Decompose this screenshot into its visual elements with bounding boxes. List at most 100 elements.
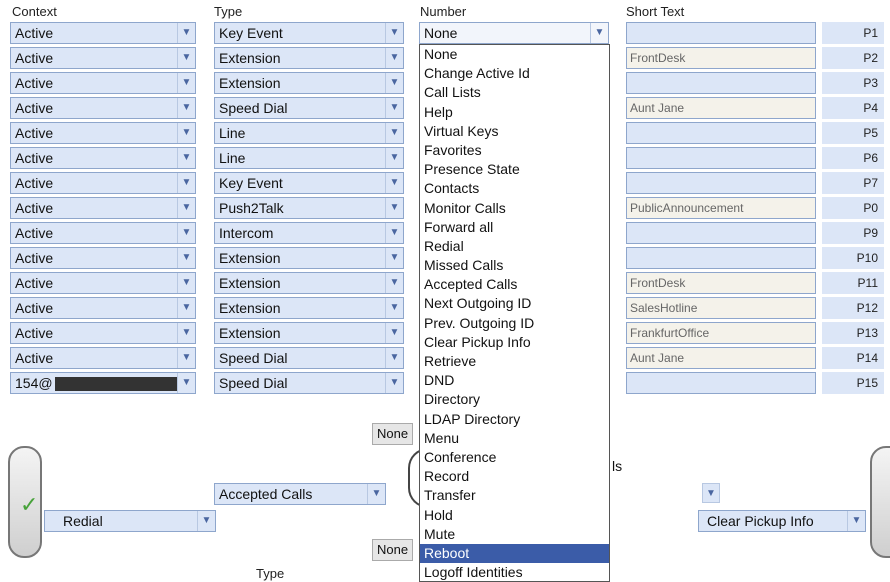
key-label: P11 xyxy=(822,272,884,294)
chevron-down-icon: ▼ xyxy=(177,173,195,193)
short-text-input[interactable] xyxy=(626,22,816,44)
short-text-input[interactable]: Aunt Jane xyxy=(626,347,816,369)
dropdown-option[interactable]: Presence State xyxy=(420,160,609,179)
dropdown-option[interactable]: Call Lists xyxy=(420,83,609,102)
accepted-calls-select[interactable]: Accepted Calls ▼ xyxy=(214,483,386,505)
type-select[interactable]: Speed Dial ▼ xyxy=(214,372,404,394)
dropdown-option[interactable]: DND xyxy=(420,371,609,390)
context-value: Active xyxy=(15,300,54,316)
context-select[interactable]: Active ▼ xyxy=(10,297,196,319)
dropdown-option[interactable]: Transfer xyxy=(420,486,609,505)
clear-pickup-select[interactable]: Clear Pickup Info ▼ xyxy=(698,510,866,532)
context-value: Active xyxy=(15,175,54,191)
dropdown-option[interactable]: Virtual Keys xyxy=(420,122,609,141)
dropdown-option[interactable]: Clear Pickup Info xyxy=(420,333,609,352)
dropdown-option[interactable]: Conference xyxy=(420,448,609,467)
chevron-down-icon: ▼ xyxy=(197,511,215,531)
key-label: P5 xyxy=(822,122,884,144)
context-value: Active xyxy=(15,275,54,291)
type-select[interactable]: Line ▼ xyxy=(214,147,404,169)
number-dropdown-list[interactable]: None Change Active Id Call Lists Help Virtua… xyxy=(419,44,610,582)
type-value: Speed Dial xyxy=(219,350,288,366)
dropdown-option[interactable]: Monitor Calls xyxy=(420,199,609,218)
short-text-input[interactable] xyxy=(626,72,816,94)
context-select[interactable]: Active ▼ xyxy=(10,47,196,69)
short-text-input[interactable]: FrankfurtOffice xyxy=(626,322,816,344)
short-text-input[interactable] xyxy=(626,247,816,269)
type-select[interactable]: Extension ▼ xyxy=(214,297,404,319)
redial-select[interactable]: Redial ▼ xyxy=(44,510,216,532)
short-text-input[interactable]: PublicAnnouncement xyxy=(626,197,816,219)
dropdown-option[interactable]: Accepted Calls xyxy=(420,275,609,294)
type-select[interactable]: Speed Dial ▼ xyxy=(214,97,404,119)
short-text-input[interactable]: FrontDesk xyxy=(626,272,816,294)
context-select[interactable]: 154@ ▼ xyxy=(10,372,196,394)
context-select[interactable]: Active ▼ xyxy=(10,347,196,369)
context-select[interactable]: Active ▼ xyxy=(10,322,196,344)
type-select[interactable]: Extension ▼ xyxy=(214,272,404,294)
dropdown-option[interactable]: Mute xyxy=(420,525,609,544)
context-select[interactable]: Active ▼ xyxy=(10,247,196,269)
dropdown-option[interactable]: Missed Calls xyxy=(420,256,609,275)
context-select[interactable]: Active ▼ xyxy=(10,172,196,194)
context-select[interactable]: Active ▼ xyxy=(10,272,196,294)
context-select[interactable]: Active ▼ xyxy=(10,72,196,94)
dropdown-option[interactable]: Help xyxy=(420,103,609,122)
dropdown-option[interactable]: Menu xyxy=(420,429,609,448)
context-select[interactable]: Active ▼ xyxy=(10,197,196,219)
context-select[interactable]: Active ▼ xyxy=(10,122,196,144)
type-select[interactable]: Line ▼ xyxy=(214,122,404,144)
key-label: P7 xyxy=(822,172,884,194)
dropdown-option[interactable]: None xyxy=(420,45,609,64)
dropdown-option[interactable]: Next Outgoing ID xyxy=(420,294,609,313)
type-select[interactable]: Push2Talk ▼ xyxy=(214,197,404,219)
short-text-input[interactable] xyxy=(626,372,816,394)
chevron-down-icon: ▼ xyxy=(177,348,195,368)
type-select[interactable]: Key Event ▼ xyxy=(214,22,404,44)
dropdown-option[interactable]: Favorites xyxy=(420,141,609,160)
type-value: Extension xyxy=(219,300,281,316)
none-button-2[interactable]: None xyxy=(372,539,414,561)
dropdown-option[interactable]: Contacts xyxy=(420,179,609,198)
dropdown-option[interactable]: Redial xyxy=(420,237,609,256)
type-select[interactable]: Intercom ▼ xyxy=(214,222,404,244)
short-text-input[interactable]: FrontDesk xyxy=(626,47,816,69)
dropdown-option[interactable]: Logoff Identities xyxy=(420,563,609,581)
context-select[interactable]: Active ▼ xyxy=(10,222,196,244)
type-select[interactable]: Speed Dial ▼ xyxy=(214,347,404,369)
number-select[interactable]: None ▼ xyxy=(419,22,609,44)
type-select[interactable]: Extension ▼ xyxy=(214,247,404,269)
short-text-input[interactable]: Aunt Jane xyxy=(626,97,816,119)
context-select[interactable]: Active ▼ xyxy=(10,97,196,119)
type-select[interactable]: Key Event ▼ xyxy=(214,172,404,194)
header-context: Context xyxy=(12,4,57,19)
dropdown-option[interactable]: Record xyxy=(420,467,609,486)
dropdown-option[interactable]: Hold xyxy=(420,506,609,525)
short-text-input[interactable] xyxy=(626,122,816,144)
dropdown-option[interactable]: Forward all xyxy=(420,218,609,237)
chevron-down-icon: ▼ xyxy=(385,148,403,168)
short-text-input[interactable] xyxy=(626,222,816,244)
short-text-input[interactable]: SalesHotline xyxy=(626,297,816,319)
partial-select[interactable]: ▼ xyxy=(664,483,720,505)
cancel-button[interactable]: ✕ xyxy=(870,446,890,558)
dropdown-option[interactable]: Prev. Outgoing ID xyxy=(420,314,609,333)
type-select[interactable]: Extension ▼ xyxy=(214,322,404,344)
dropdown-option[interactable]: Retrieve xyxy=(420,352,609,371)
dropdown-option[interactable]: Directory xyxy=(420,390,609,409)
short-text-input[interactable] xyxy=(626,172,816,194)
dropdown-option[interactable]: Change Active Id xyxy=(420,64,609,83)
none-button[interactable]: None xyxy=(372,423,414,445)
context-select[interactable]: Active ▼ xyxy=(10,22,196,44)
type-value: Intercom xyxy=(219,225,274,241)
dropdown-option[interactable]: LDAP Directory xyxy=(420,410,609,429)
dropdown-option[interactable]: Reboot xyxy=(420,543,609,564)
context-select[interactable]: Active ▼ xyxy=(10,147,196,169)
type-select[interactable]: Extension ▼ xyxy=(214,47,404,69)
key-label: P0 xyxy=(822,197,884,219)
confirm-button[interactable]: ✓ xyxy=(8,446,42,558)
chevron-down-icon: ▼ xyxy=(702,483,720,503)
key-label: P14 xyxy=(822,347,884,369)
type-select[interactable]: Extension ▼ xyxy=(214,72,404,94)
short-text-input[interactable] xyxy=(626,147,816,169)
